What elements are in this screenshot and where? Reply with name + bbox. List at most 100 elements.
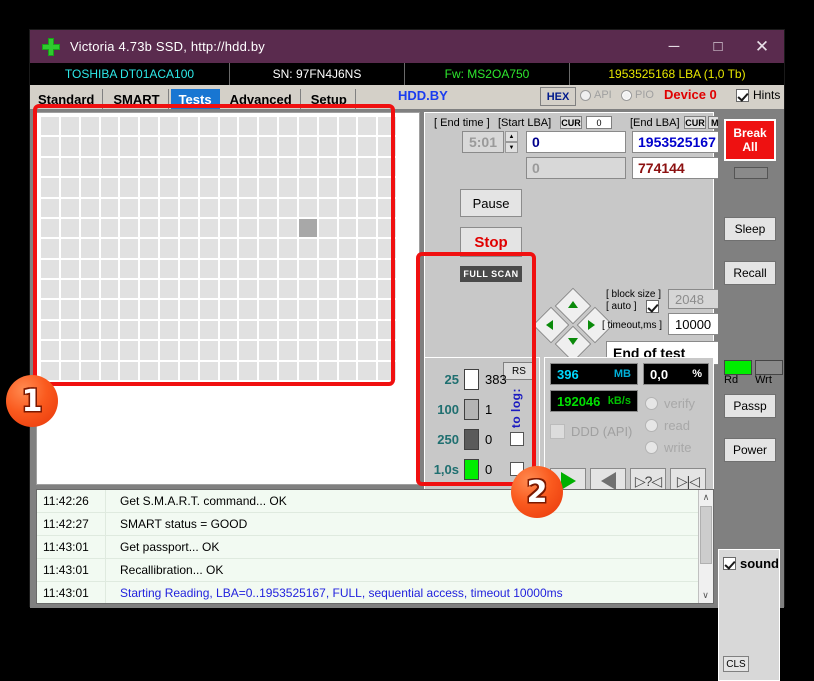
log-timestamp: 11:43:01 [43, 540, 89, 554]
start-lba-zero-field[interactable]: 0 [586, 116, 612, 129]
minimize-icon[interactable]: ─ [652, 30, 696, 63]
map-cell [338, 198, 357, 217]
log-panel[interactable]: 11:42:26 Get S.M.A.R.T. command... OK 11:4… [36, 489, 714, 604]
recall-button[interactable]: Recall [724, 261, 776, 285]
map-cell [378, 157, 396, 177]
cls-button[interactable]: CLS [723, 656, 749, 672]
tab-smart[interactable]: SMART [105, 89, 169, 109]
end-time-spinner[interactable]: ▲ ▼ [505, 131, 518, 153]
map-cell [140, 259, 158, 279]
mode-write[interactable]: write [645, 440, 691, 455]
tab-setup[interactable]: Setup [303, 89, 356, 109]
sleep-button[interactable]: Sleep [724, 217, 776, 241]
map-cell [239, 137, 258, 156]
start-lba-input[interactable]: 0 [526, 131, 626, 153]
map-cell [378, 361, 396, 380]
map-cell [298, 320, 317, 340]
hex-button[interactable]: HEX [540, 87, 576, 106]
map-cell [80, 341, 99, 360]
play-icon [560, 472, 576, 490]
auto-checkbox-icon[interactable] [646, 300, 659, 313]
mode-read[interactable]: read [645, 418, 690, 433]
ddd-checkbox-icon[interactable] [550, 424, 565, 439]
map-cell [219, 178, 238, 197]
log-row[interactable]: 11:43:01 Recallibration... OK [37, 559, 713, 582]
pio-radio-icon[interactable] [621, 89, 632, 101]
map-cell [41, 157, 59, 177]
api-radio-group[interactable]: API [580, 89, 612, 101]
stop-button[interactable]: Stop [460, 227, 522, 257]
map-cell [60, 178, 79, 197]
log-row[interactable]: 11:43:01 Starting Reading, LBA=0..1953525… [37, 582, 713, 603]
sound-checkbox-icon[interactable] [723, 557, 736, 570]
mode-verify[interactable]: verify [645, 396, 695, 411]
map-cell [80, 300, 99, 319]
power-button[interactable]: Power [724, 438, 776, 462]
map-cell [199, 198, 218, 217]
map-cell [60, 300, 79, 319]
map-cell [140, 361, 158, 380]
legend-count: 1 [485, 401, 493, 417]
scroll-up-icon[interactable]: ∧ [699, 490, 713, 505]
maximize-icon[interactable]: □ [696, 30, 740, 63]
ddd-api-toggle[interactable]: DDD (API) [550, 424, 632, 439]
passport-button[interactable]: Passp [724, 394, 776, 418]
map-cell [41, 178, 59, 197]
scroll-down-icon[interactable]: ∨ [699, 588, 712, 603]
map-cell [80, 178, 99, 197]
start-lba-cur-button[interactable]: CUR [560, 116, 582, 129]
hints-checkbox-icon[interactable] [736, 88, 749, 102]
map-cell [378, 341, 396, 360]
log-row[interactable]: 11:43:01 Get passport... OK [37, 536, 713, 559]
map-cell [338, 259, 357, 279]
log-scrollbar[interactable]: ∧ ∨ [698, 490, 713, 603]
window-controls: ─ □ ✕ [652, 30, 784, 63]
map-cell [100, 259, 119, 279]
end-lba-cur-button[interactable]: CUR [684, 116, 706, 129]
legend-log-checkbox-icon[interactable] [510, 432, 524, 446]
main-body: [ End time ] [Start LBA] CUR 0 [End LBA]… [30, 109, 784, 681]
log-row[interactable]: 11:42:27 SMART status = GOOD [37, 513, 713, 536]
close-icon[interactable]: ✕ [740, 30, 784, 63]
map-cell [298, 361, 317, 380]
map-cell [60, 239, 79, 258]
break-all-button[interactable]: Break All [724, 119, 776, 161]
surface-map-panel[interactable] [36, 112, 420, 485]
tab-standard[interactable]: Standard [30, 89, 104, 109]
map-cell [378, 198, 396, 217]
device-info-bar: TOSHIBA DT01ACA100 SN: 97FN4J6NS Fw: MS2… [30, 63, 784, 85]
pio-radio-group[interactable]: PIO [621, 89, 654, 101]
map-cell [41, 300, 59, 319]
map-cell [179, 157, 198, 177]
api-radio-icon[interactable] [580, 89, 591, 101]
log-message: Starting Reading, LBA=0..1953525167, FUL… [105, 582, 713, 603]
write-radio-icon[interactable] [645, 441, 658, 454]
sound-label: sound [740, 556, 779, 571]
pause-button[interactable]: Pause [460, 189, 522, 217]
legend-color-swatch-icon [464, 368, 479, 390]
map-cell [318, 361, 337, 380]
tab-tests[interactable]: Tests [170, 89, 220, 109]
start-lba-secondary-field[interactable]: 0 [526, 157, 626, 179]
tab-advanced[interactable]: Advanced [222, 89, 301, 109]
navigation-dpad[interactable] [532, 287, 614, 363]
spin-down-icon[interactable]: ▼ [505, 142, 518, 153]
log-row[interactable]: 11:42:26 Get S.M.A.R.T. command... OK [37, 490, 713, 513]
map-cell [80, 137, 99, 156]
app-logo-green-cross-icon [42, 37, 60, 56]
scrollbar-thumb[interactable] [700, 506, 712, 564]
map-cell [60, 341, 79, 360]
map-cell [318, 198, 337, 217]
verify-radio-icon[interactable] [645, 397, 658, 410]
sound-toggle[interactable]: sound [723, 556, 779, 571]
map-cell [239, 157, 258, 177]
pio-label: PIO [635, 89, 654, 101]
hints-toggle[interactable]: Hints [736, 88, 780, 102]
spin-up-icon[interactable]: ▲ [505, 131, 518, 142]
read-radio-icon[interactable] [645, 419, 658, 432]
device-number-label: Device 0 [664, 87, 717, 102]
map-cell [160, 361, 178, 380]
map-cell [60, 280, 79, 299]
surface-map-grid[interactable] [41, 117, 396, 380]
map-cell [120, 117, 139, 136]
